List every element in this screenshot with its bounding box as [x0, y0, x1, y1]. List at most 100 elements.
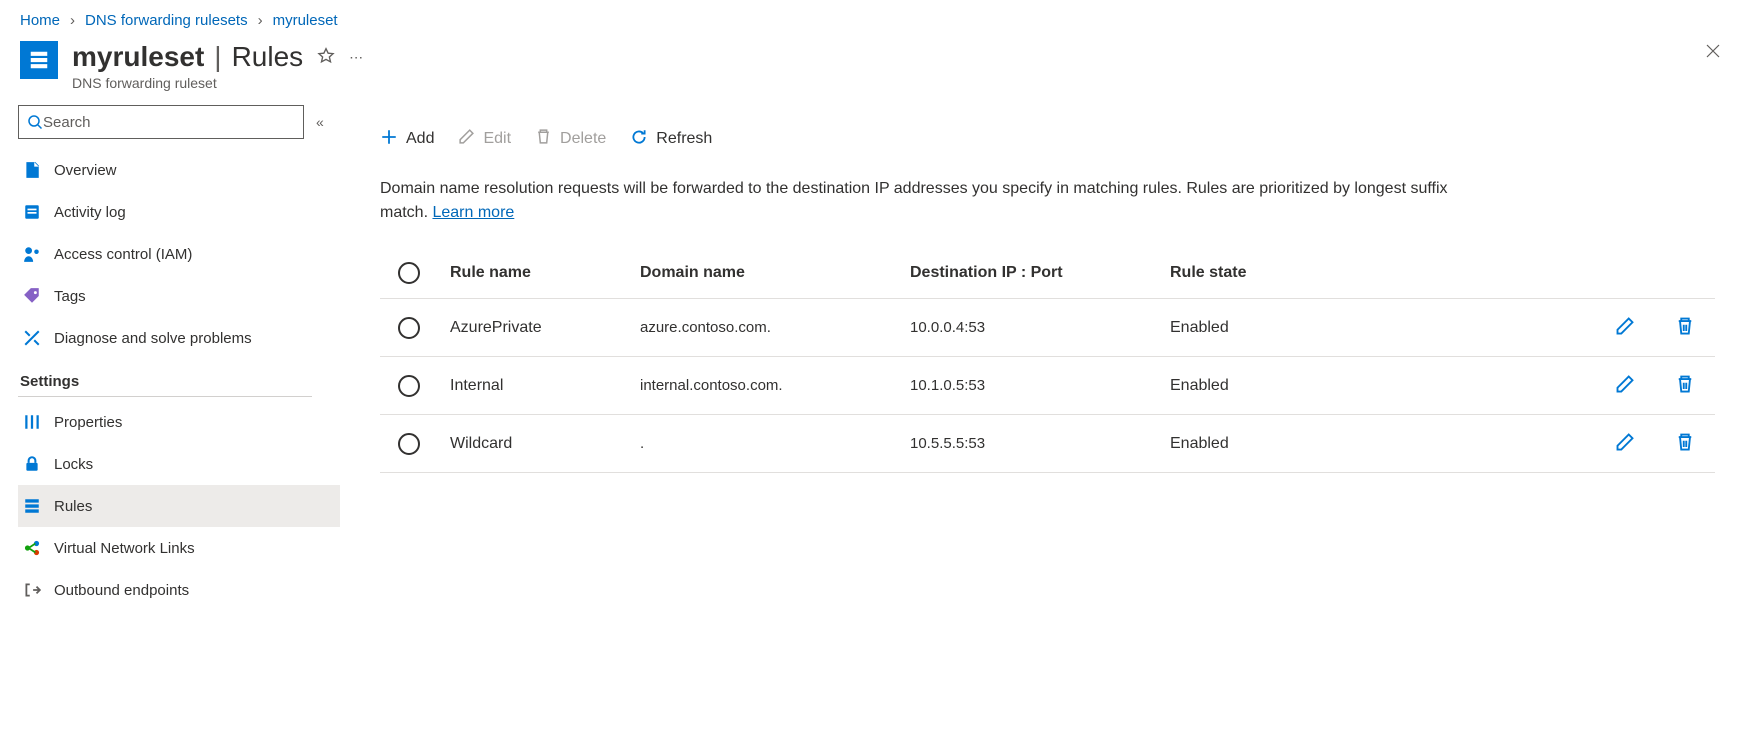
delete-row-button[interactable] [1671, 370, 1699, 401]
sidebar-item-label: Overview [54, 162, 117, 179]
access-control-icon [22, 244, 42, 264]
page-subtitle: DNS forwarding ruleset [72, 75, 363, 91]
sidebar-item-label: Access control (IAM) [54, 246, 192, 263]
add-label: Add [406, 130, 434, 148]
tags-icon [22, 286, 42, 306]
toolbar: Add Edit Delete Refresh [380, 115, 1715, 163]
trash-icon [1675, 316, 1695, 336]
pencil-icon [458, 128, 475, 150]
breadcrumb-home[interactable]: Home [20, 12, 60, 29]
rules-table: Rule name Domain name Destination IP : P… [380, 247, 1715, 473]
row-select-radio[interactable] [398, 433, 420, 455]
rules-icon [22, 496, 42, 516]
delete-row-button[interactable] [1671, 428, 1699, 459]
properties-icon [22, 412, 42, 432]
sidebar-item-activity-log[interactable]: Activity log [18, 191, 340, 233]
search-box[interactable] [18, 105, 304, 139]
chevron-right-icon: › [258, 12, 263, 29]
activity-log-icon [22, 202, 42, 222]
sidebar-item-label: Diagnose and solve problems [54, 330, 252, 347]
col-rule-name[interactable]: Rule name [450, 264, 640, 282]
favorite-star-icon[interactable] [317, 47, 335, 68]
sidebar-item-overview[interactable]: Overview [18, 149, 340, 191]
row-select-radio[interactable] [398, 375, 420, 397]
overview-icon [22, 160, 42, 180]
select-all-radio[interactable] [398, 262, 420, 284]
search-icon [27, 114, 43, 130]
sidebar-item-vnet-links[interactable]: Virtual Network Links [18, 527, 340, 569]
edit-row-button[interactable] [1611, 312, 1639, 343]
table-row[interactable]: Internal internal.contoso.com. 10.1.0.5:… [380, 357, 1715, 415]
sidebar-item-label: Virtual Network Links [54, 540, 195, 557]
sidebar-item-label: Locks [54, 456, 93, 473]
trash-icon [1675, 432, 1695, 452]
cell-state: Enabled [1170, 377, 1410, 395]
refresh-label: Refresh [656, 130, 712, 148]
delete-row-button[interactable] [1671, 312, 1699, 343]
cell-destination: 10.0.0.4:53 [910, 319, 1170, 336]
cell-destination: 10.1.0.5:53 [910, 377, 1170, 394]
sidebar-item-label: Outbound endpoints [54, 582, 189, 599]
col-destination[interactable]: Destination IP : Port [910, 264, 1170, 282]
cell-state: Enabled [1170, 435, 1410, 453]
sidebar-item-properties[interactable]: Properties [18, 401, 340, 443]
collapse-sidebar-icon[interactable]: « [316, 114, 324, 130]
breadcrumb: Home › DNS forwarding rulesets › myrules… [0, 0, 1745, 33]
table-header: Rule name Domain name Destination IP : P… [380, 247, 1715, 299]
cell-destination: 10.5.5.5:53 [910, 435, 1170, 452]
more-icon[interactable]: ⋯ [349, 49, 363, 66]
add-button[interactable]: Add [380, 128, 434, 151]
sidebar-item-diagnose[interactable]: Diagnose and solve problems [18, 317, 340, 359]
cell-state: Enabled [1170, 319, 1410, 337]
sidebar-item-tags[interactable]: Tags [18, 275, 340, 317]
col-rule-state[interactable]: Rule state [1170, 264, 1410, 282]
sidebar-group-settings: Settings [18, 359, 312, 397]
page-header: myruleset | Rules ⋯ DNS forwarding rules… [0, 33, 1745, 105]
description-body: Domain name resolution requests will be … [380, 180, 1448, 221]
diagnose-icon [22, 328, 42, 348]
edit-row-button[interactable] [1611, 370, 1639, 401]
cell-domain: azure.contoso.com. [640, 319, 910, 336]
search-input[interactable] [43, 114, 295, 131]
delete-button: Delete [535, 128, 606, 150]
sidebar: « Overview Activity log Access control (… [0, 105, 340, 611]
refresh-icon [630, 128, 648, 151]
outbound-icon [22, 580, 42, 600]
sidebar-item-label: Rules [54, 498, 92, 515]
cell-domain: internal.contoso.com. [640, 377, 910, 394]
delete-label: Delete [560, 130, 606, 148]
description-text: Domain name resolution requests will be … [380, 177, 1480, 225]
learn-more-link[interactable]: Learn more [432, 204, 514, 221]
page-section: Rules [232, 41, 304, 73]
edit-button: Edit [458, 128, 511, 150]
breadcrumb-current: myruleset [273, 12, 338, 29]
page-title: myruleset [72, 41, 204, 73]
cell-rule-name: AzurePrivate [450, 319, 640, 337]
pencil-icon [1615, 432, 1635, 452]
vnet-links-icon [22, 538, 42, 558]
edit-label: Edit [483, 130, 511, 148]
edit-row-button[interactable] [1611, 428, 1639, 459]
pencil-icon [1615, 316, 1635, 336]
refresh-button[interactable]: Refresh [630, 128, 712, 151]
breadcrumb-level1[interactable]: DNS forwarding rulesets [85, 12, 248, 29]
trash-icon [535, 128, 552, 150]
table-row[interactable]: AzurePrivate azure.contoso.com. 10.0.0.4… [380, 299, 1715, 357]
cell-rule-name: Internal [450, 377, 640, 395]
cell-domain: . [640, 435, 910, 452]
col-domain-name[interactable]: Domain name [640, 264, 910, 282]
lock-icon [22, 454, 42, 474]
pencil-icon [1615, 374, 1635, 394]
main-content: Add Edit Delete Refresh Domain name reso… [340, 105, 1745, 611]
table-row[interactable]: Wildcard . 10.5.5.5:53 Enabled [380, 415, 1715, 473]
row-select-radio[interactable] [398, 317, 420, 339]
sidebar-item-label: Properties [54, 414, 122, 431]
close-button[interactable] [1705, 43, 1721, 64]
sidebar-item-outbound-endpoints[interactable]: Outbound endpoints [18, 569, 340, 611]
sidebar-item-access-control[interactable]: Access control (IAM) [18, 233, 340, 275]
trash-icon [1675, 374, 1695, 394]
sidebar-item-label: Activity log [54, 204, 126, 221]
sidebar-item-rules[interactable]: Rules [18, 485, 340, 527]
title-separator: | [214, 41, 221, 73]
sidebar-item-locks[interactable]: Locks [18, 443, 340, 485]
